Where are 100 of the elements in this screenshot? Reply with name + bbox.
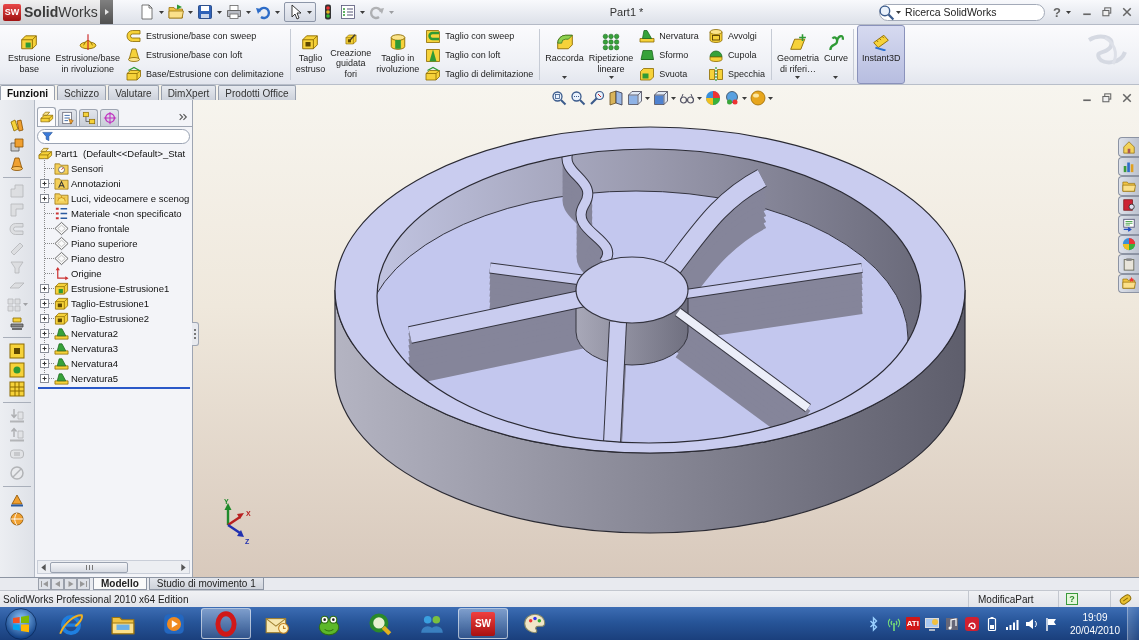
command-tab[interactable]: Valutare bbox=[108, 85, 159, 100]
help-button[interactable]: ? bbox=[1051, 4, 1063, 20]
ribbon-button[interactable]: Estrusione/base in rivoluzione bbox=[53, 25, 123, 84]
command-tab[interactable]: DimXpert bbox=[160, 85, 217, 100]
ribbon-button[interactable]: Geometria di riferi… bbox=[774, 25, 821, 84]
command-tab[interactable]: Prodotti Office bbox=[218, 85, 296, 100]
tree-item[interactable]: Materiale <non specificato bbox=[71, 208, 182, 219]
panel-splitter-handle[interactable] bbox=[192, 322, 199, 346]
scroll-left-icon[interactable] bbox=[41, 563, 46, 571]
show-desktop-button[interactable] bbox=[1127, 607, 1139, 640]
tree-item[interactable]: Sensori bbox=[71, 163, 104, 174]
music-note-icon[interactable] bbox=[943, 615, 960, 632]
taskbar-button[interactable]: SW bbox=[458, 608, 508, 639]
ribbon-button[interactable]: Cupola bbox=[704, 45, 768, 64]
caret-icon[interactable] bbox=[188, 10, 193, 14]
ribbon-button[interactable]: Taglio in rivoluzione bbox=[374, 25, 422, 84]
tree-item[interactable]: Annotazioni bbox=[71, 178, 121, 189]
restore-icon[interactable] bbox=[1101, 92, 1113, 104]
panel-tab[interactable] bbox=[79, 109, 98, 126]
scene-icon[interactable] bbox=[724, 90, 740, 106]
tree-item[interactable]: Taglio-Estrusione2 bbox=[71, 313, 150, 324]
help-button[interactable]: ? bbox=[1066, 593, 1078, 605]
swirl-icon[interactable] bbox=[963, 615, 980, 632]
task-pane-tab[interactable] bbox=[1118, 215, 1139, 235]
ribbon-button[interactable]: Svuota bbox=[636, 64, 702, 83]
framed-square-icon[interactable] bbox=[9, 342, 25, 359]
caret-icon[interactable] bbox=[217, 10, 222, 14]
tree-item[interactable]: Piano superiore bbox=[71, 238, 138, 249]
tree-item[interactable]: Nervatura4 bbox=[71, 358, 118, 369]
tree-item[interactable]: Nervatura2 bbox=[71, 328, 118, 339]
tree-item[interactable]: Luci, videocamere e scenog bbox=[71, 193, 190, 204]
bell-shape-icon[interactable] bbox=[9, 155, 25, 172]
ribbon-button[interactable]: Sformo bbox=[636, 45, 702, 64]
model-tab[interactable]: Modello bbox=[93, 578, 147, 590]
ribbon-button[interactable]: Curve bbox=[821, 25, 850, 84]
filter-field[interactable] bbox=[37, 129, 190, 144]
tree-item[interactable]: Part1 (Default<<Default>_Stat bbox=[55, 148, 186, 159]
ribbon-button[interactable]: Taglio di delimitazione bbox=[422, 64, 537, 83]
expand-icon[interactable] bbox=[40, 284, 49, 293]
ribbon-button[interactable]: Base/Estrusione con delimitazione bbox=[123, 64, 287, 83]
checklist-icon[interactable] bbox=[340, 4, 356, 20]
restore-icon[interactable] bbox=[1101, 6, 1113, 18]
tray-badge[interactable]: ATI bbox=[905, 617, 920, 630]
caret-icon[interactable] bbox=[275, 10, 280, 14]
close-icon[interactable] bbox=[1121, 6, 1133, 18]
ribbon-button[interactable]: Specchia bbox=[704, 64, 768, 83]
ribbon-button[interactable]: Creazione guidata fori bbox=[328, 25, 374, 84]
close-icon[interactable] bbox=[1121, 92, 1133, 104]
view-orientation-icon[interactable] bbox=[627, 90, 643, 106]
ribbon-button[interactable]: Estrusione/base con loft bbox=[123, 45, 287, 64]
monitor-icon[interactable] bbox=[923, 615, 940, 632]
ribbon-button[interactable]: Taglio estruso bbox=[293, 25, 328, 84]
expand-icon[interactable] bbox=[40, 299, 49, 308]
search-field[interactable]: Ricerca SolidWorks bbox=[879, 3, 1046, 21]
ribbon-button[interactable]: Instant3D bbox=[856, 25, 906, 84]
ribbon-button[interactable]: Taglio con loft bbox=[422, 45, 537, 64]
select-button[interactable] bbox=[284, 2, 316, 22]
ribbon-button[interactable]: Avvolgi bbox=[704, 26, 768, 45]
task-pane-tab[interactable] bbox=[1118, 254, 1139, 274]
menu-button[interactable] bbox=[100, 0, 113, 24]
start-orb-icon[interactable] bbox=[5, 607, 37, 640]
printer-icon[interactable] bbox=[226, 4, 242, 20]
caret-icon[interactable] bbox=[768, 96, 773, 100]
ribbon-button[interactable]: Nervatura bbox=[636, 26, 702, 45]
caret-icon[interactable] bbox=[645, 96, 650, 100]
tree-item[interactable]: Piano destro bbox=[71, 253, 125, 264]
section-view-icon[interactable] bbox=[608, 90, 624, 106]
zoom-to-fit-icon[interactable] bbox=[551, 90, 567, 106]
ribbon-button[interactable]: Ripetizione lineare bbox=[586, 25, 636, 84]
taskbar-button[interactable] bbox=[200, 608, 251, 639]
tree-item[interactable]: Estrusione-Estrusione1 bbox=[71, 283, 170, 294]
tree-item[interactable]: Piano frontale bbox=[71, 223, 130, 234]
task-pane-tab[interactable] bbox=[1118, 234, 1139, 254]
ribbon-button[interactable]: Estrusione/base con sweep bbox=[123, 26, 287, 45]
ribbon-button[interactable]: Raccorda bbox=[543, 25, 586, 84]
expand-icon[interactable] bbox=[40, 359, 49, 368]
color-ball-icon[interactable] bbox=[705, 90, 721, 106]
caret-icon[interactable] bbox=[159, 10, 164, 14]
expand-icon[interactable] bbox=[40, 314, 49, 323]
chevron-icon[interactable] bbox=[178, 112, 188, 122]
caret-icon[interactable] bbox=[246, 10, 251, 14]
caret-icon[interactable] bbox=[1066, 10, 1071, 14]
scrollbar-thumb[interactable] bbox=[50, 561, 128, 573]
task-pane-tab[interactable] bbox=[1118, 195, 1139, 215]
ribbon-button[interactable]: Taglio con sweep bbox=[422, 26, 537, 45]
linked-blocks-icon[interactable] bbox=[9, 117, 25, 134]
expand-icon[interactable] bbox=[40, 374, 49, 383]
display-style-icon[interactable] bbox=[653, 90, 669, 106]
tree-item[interactable]: Origine bbox=[71, 268, 102, 279]
expand-icon[interactable] bbox=[40, 344, 49, 353]
globe-icon[interactable] bbox=[9, 510, 25, 527]
tree-item[interactable]: Nervatura3 bbox=[71, 343, 118, 354]
panel-tab[interactable] bbox=[58, 109, 77, 126]
tree-item[interactable]: Nervatura5 bbox=[71, 373, 118, 384]
command-tab[interactable]: Schizzo bbox=[57, 85, 107, 100]
tree-item[interactable]: Taglio-Estrusione1 bbox=[71, 298, 150, 309]
framed-grid-icon[interactable] bbox=[9, 380, 25, 397]
undo-arrow-icon[interactable] bbox=[255, 4, 271, 20]
previous-view-icon[interactable] bbox=[589, 90, 605, 106]
ribbon-button[interactable]: Estrusione base bbox=[6, 25, 53, 84]
